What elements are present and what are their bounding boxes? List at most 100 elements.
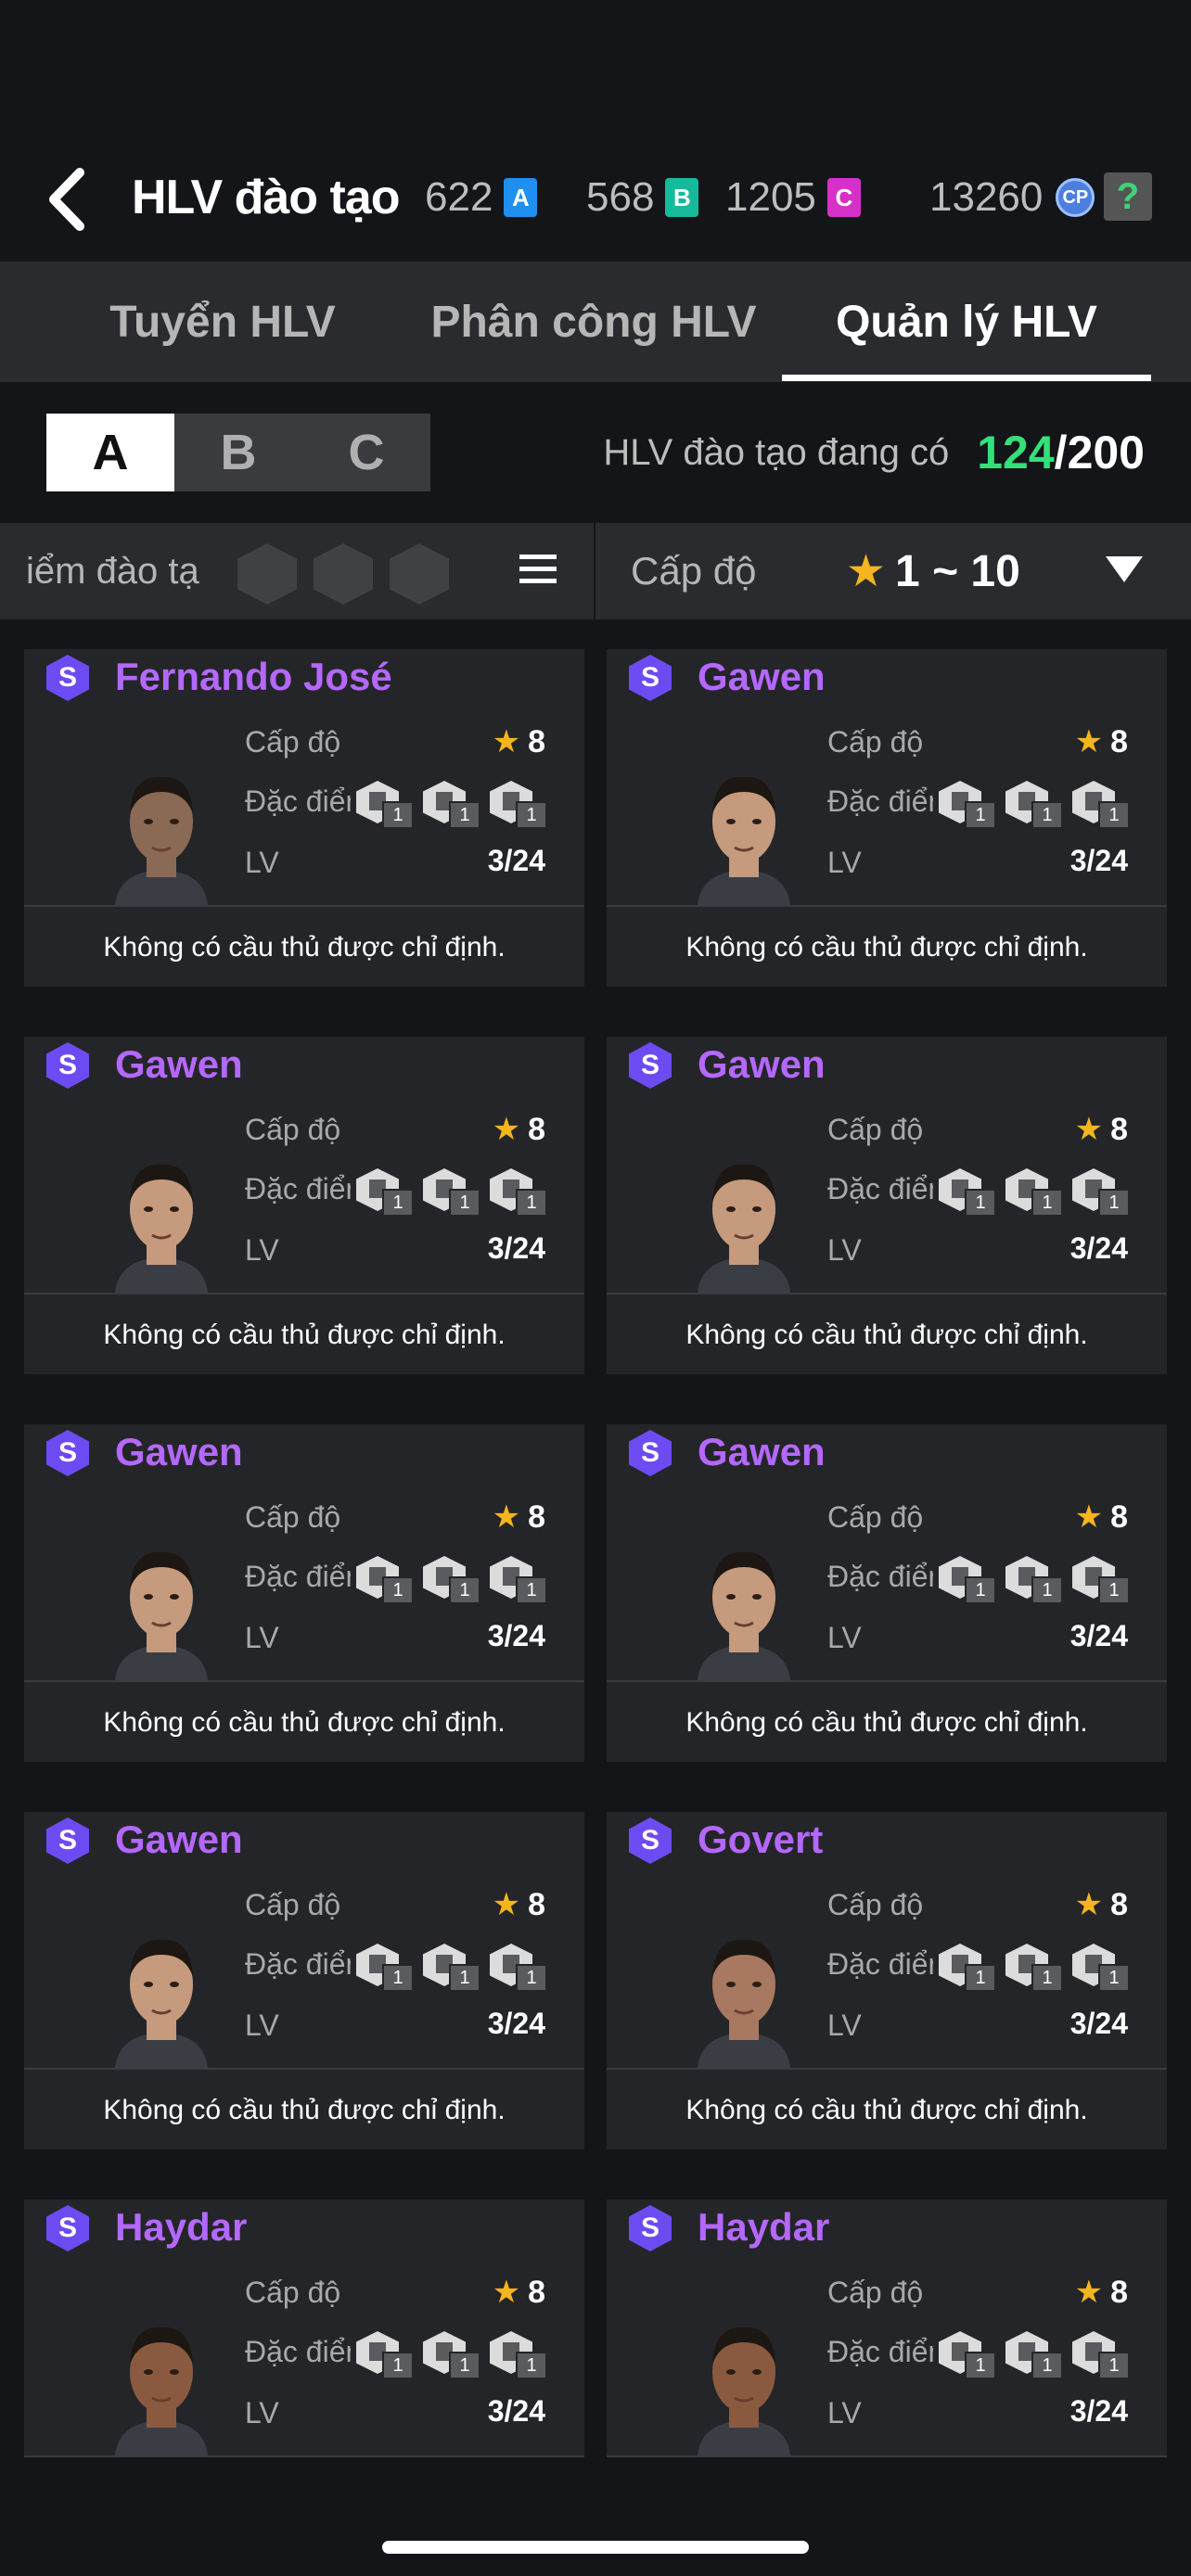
trait-icon[interactable]: 1 xyxy=(939,781,1000,829)
trait-icon[interactable]: 1 xyxy=(356,1944,417,1992)
coach-card[interactable]: S GawenCấp độ ★8 Đặc điểm 1 1 1 LV 3/24 Không có … xyxy=(607,1424,1167,1762)
trait-icon[interactable]: 1 xyxy=(1072,781,1133,829)
coach-card[interactable]: S Haydar Cấp độ ★8 Đặc điểm 1 1 1 LV 3/24 xyxy=(607,2200,1167,2457)
trait-icon[interactable]: 1 xyxy=(1005,2331,1067,2379)
card-divider xyxy=(607,1293,1167,1294)
trait-icon[interactable]: 1 xyxy=(490,1168,551,1217)
coach-name: Haydar xyxy=(115,2205,248,2249)
star-icon: ★ xyxy=(492,1112,521,1147)
coach-stars: ★ 8 xyxy=(493,723,545,760)
coach-count-current: 124 xyxy=(977,427,1055,478)
lv-label: LV xyxy=(827,2009,862,2042)
trait-level: 1 xyxy=(516,2352,547,2379)
coach-stars: ★ 8 xyxy=(1075,1111,1128,1148)
level-label: Cấp độ xyxy=(245,2276,341,2309)
trait-icon[interactable]: 1 xyxy=(1072,2331,1133,2379)
star-icon: ★ xyxy=(1074,724,1104,759)
coach-star-value: 8 xyxy=(528,1499,545,1535)
coach-lv: 3/24 xyxy=(487,1231,545,1265)
level-label: Cấp độ xyxy=(827,2276,924,2309)
trait-icon[interactable]: 1 xyxy=(939,2331,1000,2379)
trait-icons: 1 1 1 xyxy=(356,1556,551,1604)
trait-icon[interactable]: 1 xyxy=(490,1944,551,1992)
traits-label: Đặc điểm xyxy=(827,2335,933,2368)
grade-tab-c[interactable]: C xyxy=(302,414,430,491)
trait-icon[interactable]: 1 xyxy=(1072,1944,1133,1992)
coach-card[interactable]: S GawenCấp độ ★8 Đặc điểm 1 1 1 LV 3/24 Không có … xyxy=(607,1037,1167,1374)
trait-icon[interactable]: 1 xyxy=(423,1168,484,1217)
trait-icon[interactable]: 1 xyxy=(1005,1944,1067,1992)
trait-icon[interactable]: 1 xyxy=(939,1556,1000,1604)
trait-icon[interactable]: 1 xyxy=(1005,1168,1067,1217)
help-button[interactable]: ? xyxy=(1104,172,1152,221)
trait-icon[interactable]: 1 xyxy=(490,2331,551,2379)
tab-recruit-coach[interactable]: Tuyển HLV xyxy=(37,261,408,382)
trait-icon[interactable]: 1 xyxy=(490,1556,551,1604)
coach-star-value: 8 xyxy=(528,724,545,759)
rank-s-icon: S xyxy=(46,655,89,701)
trait-level: 1 xyxy=(1031,1576,1063,1604)
coach-count-label: HLV đào tạo đang có xyxy=(603,431,950,473)
coach-stars: ★ 8 xyxy=(1075,2274,1128,2311)
trait-icon[interactable]: 1 xyxy=(423,1944,484,1992)
coach-star-value: 8 xyxy=(1110,1112,1128,1147)
grade-tab-a[interactable]: A xyxy=(46,414,174,491)
coach-name: Gawen xyxy=(115,1817,243,1861)
coach-card[interactable]: S GawenCấp độ ★8 Đặc điểm 1 1 1 LV 3/24 Không có … xyxy=(24,1424,584,1762)
trait-icon[interactable]: 1 xyxy=(939,1168,1000,1217)
rank-s-icon: S xyxy=(629,1430,672,1476)
currency-b-icon: B xyxy=(665,178,699,217)
coach-name: Gawen xyxy=(115,1042,243,1086)
menu-icon[interactable] xyxy=(519,555,557,588)
trait-icon[interactable]: 1 xyxy=(490,781,551,829)
level-filter-range[interactable]: ★ 1 ~ 10 xyxy=(846,523,1020,619)
coach-name: Govert xyxy=(698,1817,824,1861)
back-arrow-icon[interactable] xyxy=(45,167,91,232)
tab-assign-coach[interactable]: Phân công HLV xyxy=(408,261,779,382)
coach-stars: ★ 8 xyxy=(493,2274,545,2311)
trait-icon[interactable]: 1 xyxy=(1072,1556,1133,1604)
trait-icon[interactable]: 1 xyxy=(1005,1556,1067,1604)
trait-level: 1 xyxy=(449,1964,480,1992)
trait-level: 1 xyxy=(449,1189,480,1217)
coach-card[interactable]: S Fernando José Cấp độ ★8 Đặc điểm 1 1 1 LV 3/24 K… xyxy=(24,649,584,987)
assignment-note: Không có cầu thủ được chỉ định. xyxy=(685,2095,1088,2125)
trait-filter[interactable]: iểm đào tạ xyxy=(0,523,594,619)
coach-card[interactable]: S GovertCấp độ ★8 Đặc điểm 1 1 1 LV 3/24 Không có… xyxy=(607,1812,1167,2149)
coach-lv: 3/24 xyxy=(1069,844,1128,877)
trait-icon[interactable]: 1 xyxy=(356,2331,417,2379)
traits-label: Đặc điểm xyxy=(245,784,351,818)
trait-level: 1 xyxy=(1098,1189,1130,1217)
level-range-value: 1 ~ 10 xyxy=(895,546,1020,596)
trait-icon[interactable]: 1 xyxy=(356,1556,417,1604)
trait-icon[interactable]: 1 xyxy=(1072,1168,1133,1217)
star-icon: ★ xyxy=(492,1887,521,1922)
rank-s-icon: S xyxy=(46,1430,89,1476)
trait-icon[interactable]: 1 xyxy=(939,1944,1000,1992)
grade-tab-b[interactable]: B xyxy=(174,414,302,491)
coach-lv: 3/24 xyxy=(487,844,545,877)
trait-level: 1 xyxy=(965,1964,996,1992)
dropdown-arrow-icon[interactable] xyxy=(1106,556,1143,582)
trait-level: 1 xyxy=(516,801,547,829)
traits-label: Đặc điểm xyxy=(827,1947,933,1981)
coach-card[interactable]: S GawenCấp độ ★8 Đặc điểm 1 1 1 LV 3/24 Không có … xyxy=(24,1812,584,2149)
trait-slot-icon xyxy=(390,543,449,605)
coach-card[interactable]: S GawenCấp độ ★8 Đặc điểm 1 1 1 LV 3/24 Không có … xyxy=(607,649,1167,987)
coach-card[interactable]: S Haydar Cấp độ ★8 Đặc điểm 1 1 1 LV 3/24 xyxy=(24,2200,584,2457)
trait-icon[interactable]: 1 xyxy=(356,781,417,829)
currency-c: 1205 C xyxy=(725,165,861,230)
currency-cp-value: 13260 xyxy=(929,174,1044,220)
trait-level: 1 xyxy=(965,2352,996,2379)
level-label: Cấp độ xyxy=(827,1888,924,1921)
trait-icon[interactable]: 1 xyxy=(423,781,484,829)
tab-manage-coach[interactable]: Quản lý HLV xyxy=(782,261,1151,382)
coach-lv: 3/24 xyxy=(1069,2394,1128,2428)
trait-icon[interactable]: 1 xyxy=(423,2331,484,2379)
coach-card[interactable]: S GawenCấp độ ★8 Đặc điểm 1 1 1 LV 3/24 Không có … xyxy=(24,1037,584,1374)
rank-s-icon: S xyxy=(46,1042,89,1089)
trait-icon[interactable]: 1 xyxy=(423,1556,484,1604)
trait-level: 1 xyxy=(1031,801,1063,829)
trait-icon[interactable]: 1 xyxy=(356,1168,417,1217)
trait-icon[interactable]: 1 xyxy=(1005,781,1067,829)
